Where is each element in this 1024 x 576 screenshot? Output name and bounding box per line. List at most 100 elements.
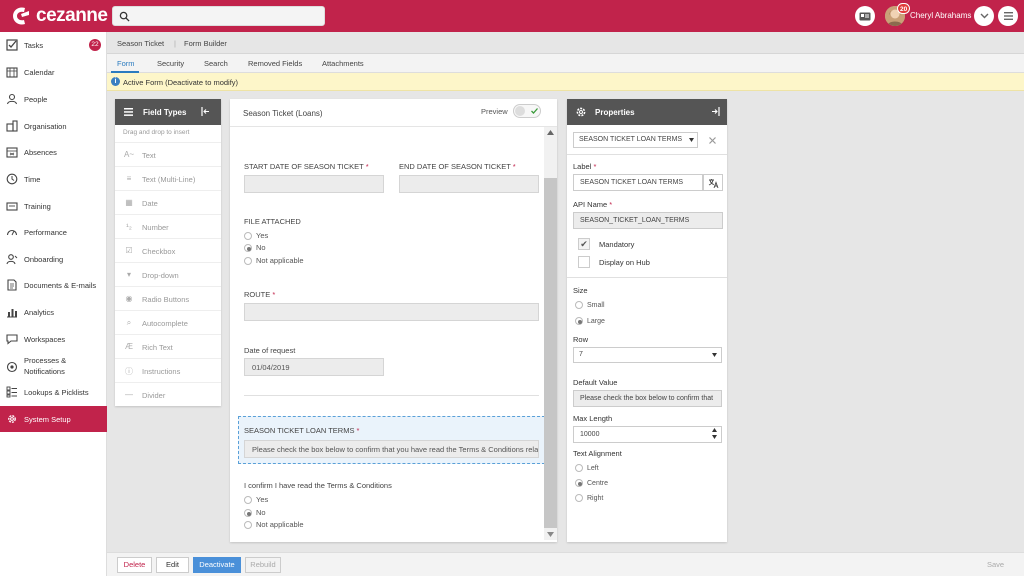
- field-type-label: Drop-down: [142, 271, 179, 280]
- main-menu-button[interactable]: [998, 6, 1018, 26]
- field-types-header: Field Types: [115, 99, 221, 125]
- tab-attachments[interactable]: Attachments: [322, 59, 364, 68]
- radio-button[interactable]: [244, 508, 252, 517]
- sidebar-item-system-setup[interactable]: System Setup: [0, 406, 107, 432]
- sidebar-item-calendar[interactable]: Calendar: [0, 60, 107, 84]
- size-radio-small[interactable]: Small: [575, 301, 605, 309]
- radio-button[interactable]: [244, 520, 252, 529]
- confirm-radio-na[interactable]: Not applicable: [244, 520, 304, 529]
- max-length-input[interactable]: 10000: [573, 426, 722, 443]
- radio-label: No: [256, 508, 266, 517]
- sidebar-item-training[interactable]: Training: [0, 194, 107, 218]
- radio-button[interactable]: [244, 231, 252, 240]
- checkbox-icon: ☑: [125, 246, 133, 255]
- scroll-up-icon[interactable]: [547, 130, 554, 135]
- dropdown-icon: ▾: [126, 270, 131, 279]
- deactivate-button[interactable]: Deactivate: [193, 557, 241, 573]
- sidebar-item-organisation[interactable]: Organisation: [0, 114, 107, 138]
- file-radio-yes[interactable]: Yes: [244, 231, 268, 240]
- stepper-icon[interactable]: [712, 428, 717, 439]
- display-hub-checkbox[interactable]: [578, 256, 590, 268]
- scroll-down-icon[interactable]: [547, 532, 554, 537]
- radio-button[interactable]: [244, 495, 252, 504]
- sidebar-item-people[interactable]: People: [0, 87, 107, 111]
- sidebar-item-documents[interactable]: Documents & E-mails: [0, 273, 107, 297]
- translate-button[interactable]: [703, 174, 723, 191]
- radio-button[interactable]: [575, 464, 583, 472]
- menu-icon: [1003, 12, 1013, 20]
- align-radio-centre[interactable]: Centre: [575, 479, 608, 487]
- field-type-text[interactable]: A~ Text: [115, 142, 221, 166]
- sidebar-item-absences[interactable]: Absences: [0, 140, 107, 164]
- align-radio-left[interactable]: Left: [575, 464, 599, 472]
- align-radio-right[interactable]: Right: [575, 494, 603, 502]
- radio-label: No: [256, 243, 266, 252]
- tab-search[interactable]: Search: [204, 59, 228, 68]
- label-input[interactable]: SEASON TICKET LOAN TERMS: [573, 174, 703, 191]
- user-name[interactable]: Cheryl Abrahams: [910, 11, 971, 20]
- field-type-multiline[interactable]: ≡ Text (Multi-Line): [115, 166, 221, 190]
- collapse-panel-icon[interactable]: [201, 107, 210, 116]
- field-type-radio[interactable]: ◉ Radio Buttons: [115, 286, 221, 310]
- radio-button[interactable]: [575, 317, 583, 325]
- field-type-label: Radio Buttons: [142, 295, 190, 304]
- size-radio-large[interactable]: Large: [575, 317, 605, 325]
- radio-button[interactable]: [575, 494, 583, 502]
- delete-button[interactable]: Delete: [117, 557, 152, 573]
- rebuild-button[interactable]: Rebuild: [245, 557, 281, 573]
- date-request-input[interactable]: 01/04/2019: [244, 358, 384, 376]
- radio-button[interactable]: [244, 243, 252, 252]
- id-card-button[interactable]: [855, 6, 875, 26]
- confirm-radio-yes[interactable]: Yes: [244, 495, 268, 504]
- sidebar-item-analytics[interactable]: Analytics: [0, 300, 107, 324]
- end-date-input[interactable]: [399, 175, 539, 193]
- form-scroll-thumb[interactable]: [544, 178, 557, 528]
- notification-badge[interactable]: 20: [897, 3, 911, 14]
- file-radio-no[interactable]: No: [244, 243, 266, 252]
- sidebar-item-performance[interactable]: Performance: [0, 220, 107, 244]
- mandatory-label: Mandatory: [599, 240, 635, 249]
- preview-toggle[interactable]: [513, 104, 541, 118]
- field-type-number[interactable]: ¹₂ Number: [115, 214, 221, 238]
- sidebar-item-onboarding[interactable]: Onboarding: [0, 247, 107, 271]
- sidebar-item-processes[interactable]: Processes & Notifications: [0, 353, 107, 381]
- radio-button[interactable]: [575, 479, 583, 487]
- field-selector[interactable]: SEASON TICKET LOAN TERMS: [573, 132, 698, 148]
- collapse-panel-icon[interactable]: [711, 107, 720, 116]
- close-icon[interactable]: [709, 137, 716, 144]
- field-type-dropdown[interactable]: ▾ Drop-down: [115, 262, 221, 286]
- loan-terms-input[interactable]: Please check the box below to confirm th…: [244, 440, 539, 458]
- field-type-label: Autocomplete: [142, 319, 188, 328]
- edit-button[interactable]: Edit: [156, 557, 189, 573]
- radio-button[interactable]: [244, 256, 252, 265]
- sidebar-item-lookups[interactable]: Lookups & Picklists: [0, 380, 107, 404]
- confirm-radio-no[interactable]: No: [244, 508, 266, 517]
- breadcrumb-season-ticket[interactable]: Season Ticket: [117, 39, 164, 48]
- search-input[interactable]: [137, 9, 321, 23]
- route-input[interactable]: [244, 303, 539, 321]
- sidebar-item-workspaces[interactable]: Workspaces: [0, 327, 107, 351]
- tab-security[interactable]: Security: [157, 59, 184, 68]
- radio-button[interactable]: [575, 301, 583, 309]
- api-name-input[interactable]: SEASON_TICKET_LOAN_TERMS: [573, 212, 723, 229]
- default-value-input[interactable]: Please check the box below to confirm th…: [573, 390, 722, 407]
- save-button[interactable]: Save: [979, 557, 1012, 573]
- field-type-rich-text[interactable]: Æ Rich Text: [115, 334, 221, 358]
- properties-header: Properties: [567, 99, 727, 125]
- tab-removed-fields[interactable]: Removed Fields: [248, 59, 302, 68]
- start-date-input[interactable]: [244, 175, 384, 193]
- global-search[interactable]: [112, 6, 325, 26]
- cezanne-logo[interactable]: cezanne: [10, 5, 108, 27]
- sidebar-item-tasks[interactable]: Tasks 22: [0, 33, 107, 57]
- field-type-divider[interactable]: — Divider: [115, 382, 221, 406]
- row-select[interactable]: 7: [573, 347, 722, 363]
- mandatory-checkbox[interactable]: ✔: [578, 238, 590, 250]
- field-type-instructions[interactable]: ⓘ Instructions: [115, 358, 221, 382]
- user-menu-button[interactable]: [974, 6, 994, 26]
- field-type-checkbox[interactable]: ☑ Checkbox: [115, 238, 221, 262]
- sidebar-item-time[interactable]: Time: [0, 167, 107, 191]
- tab-form[interactable]: Form: [117, 59, 135, 68]
- field-type-autocomplete[interactable]: ⌕ Autocomplete: [115, 310, 221, 334]
- field-type-date[interactable]: ▦ Date: [115, 190, 221, 214]
- file-radio-na[interactable]: Not applicable: [244, 256, 304, 265]
